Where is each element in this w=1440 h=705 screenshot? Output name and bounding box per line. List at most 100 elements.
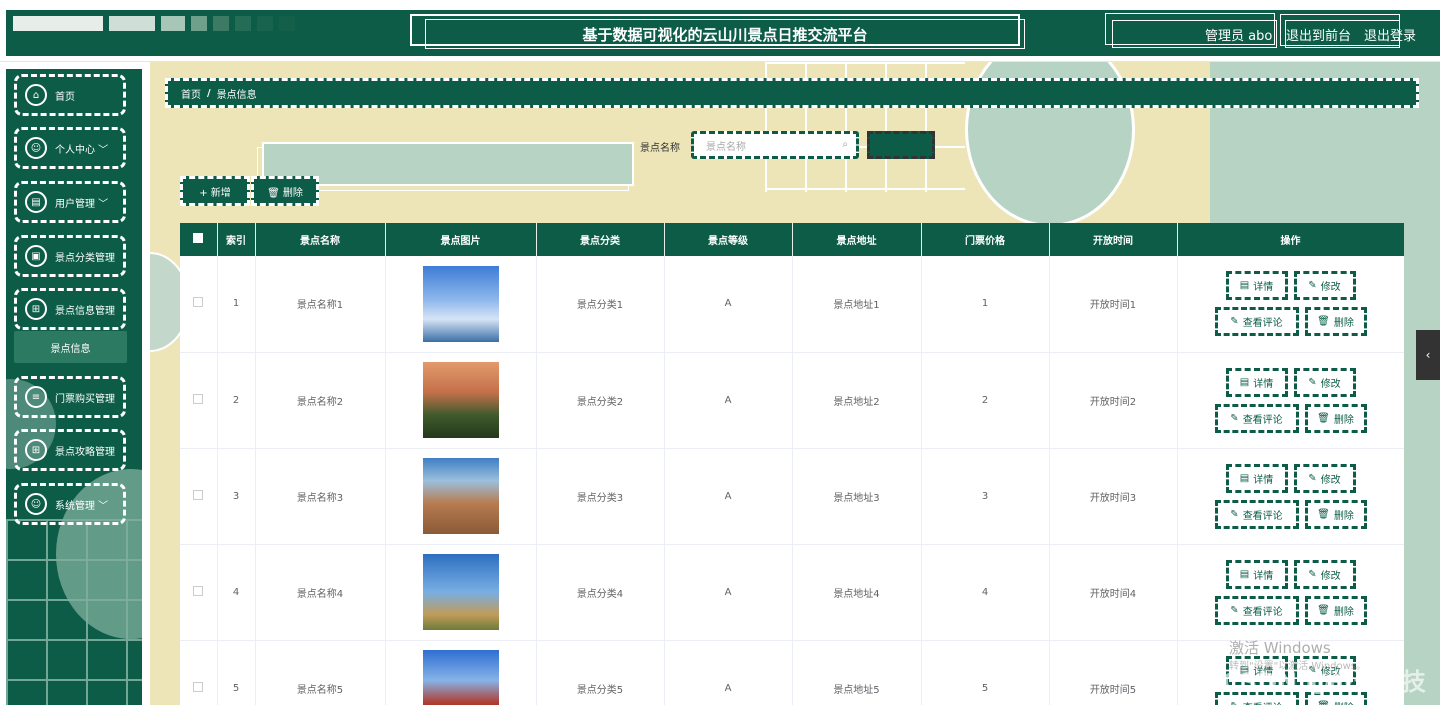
- chevron-left-icon: ‹: [1425, 348, 1431, 362]
- trash-icon: 🗑: [1317, 316, 1330, 328]
- search-button[interactable]: 查询: [867, 131, 935, 159]
- detail-button[interactable]: ▤ 详情: [1225, 559, 1288, 589]
- sidebar-item-tickets[interactable]: ≡ 门票购买管理: [14, 376, 126, 418]
- document-icon: ▤: [1239, 568, 1250, 580]
- detail-label: 详情: [1253, 570, 1274, 582]
- detail-button[interactable]: ▤ 详情: [1225, 271, 1288, 301]
- sidebar-item-users[interactable]: ▤ 用户管理 ﹀: [14, 181, 126, 223]
- operations-cell: ▤详情 ✎修改 ✎查看评论 🗑删除: [1177, 544, 1404, 641]
- open-time-cell: 开放时间1: [1049, 256, 1178, 353]
- spot-image: [422, 362, 499, 438]
- level-cell: A: [664, 352, 793, 449]
- breadcrumb: 首页 / 景点信息: [165, 78, 1419, 108]
- index-cell: 2: [217, 352, 256, 449]
- admin-label: 管理员 abo: [1205, 29, 1273, 44]
- breadcrumb-home[interactable]: 首页: [181, 86, 201, 101]
- row-select-cell[interactable]: [180, 544, 218, 641]
- view-comments-button[interactable]: ✎查看评论: [1214, 595, 1299, 625]
- row-select-cell[interactable]: [180, 640, 218, 705]
- collapse-panel-tab[interactable]: ‹: [1416, 330, 1440, 380]
- search-input[interactable]: 景点名称 ⌕: [691, 131, 859, 159]
- submenu-spot-info[interactable]: 景点信息: [14, 331, 127, 363]
- sidebar-item-profile[interactable]: ☺ 个人中心 ﹀: [14, 127, 126, 169]
- pencil-icon: ✎: [1308, 280, 1317, 292]
- home-icon: ⌂: [25, 84, 47, 106]
- detail-button[interactable]: ▤ 详情: [1225, 367, 1288, 397]
- select-all-header[interactable]: [180, 223, 218, 256]
- sidebar-item-spot-info[interactable]: ⊞ 景点信息管理: [14, 288, 126, 330]
- row-select-cell[interactable]: [180, 256, 218, 353]
- sidebar-item-guides[interactable]: ⊞ 景点攻略管理: [14, 429, 126, 471]
- delete-button[interactable]: 🗑删除: [1304, 595, 1367, 625]
- address-cell: 景点地址3: [792, 448, 922, 545]
- operations-row: ▤ 详情 ✎ 修改: [1225, 559, 1356, 589]
- trash-icon: 🗑: [1317, 701, 1330, 705]
- view-comments-button[interactable]: ✎查看评论: [1214, 307, 1299, 337]
- briefcase-icon: ▣: [25, 245, 47, 267]
- index-cell: 4: [217, 544, 256, 641]
- name-cell: 景点名称1: [255, 256, 386, 353]
- level-cell: A: [664, 544, 793, 641]
- row-select-cell[interactable]: [180, 352, 218, 449]
- list-icon: ≡: [25, 386, 47, 408]
- address-cell: 景点地址1: [792, 256, 922, 353]
- detail-button[interactable]: ▤ 详情: [1225, 463, 1288, 493]
- view-comments-label: 查看评论: [1242, 318, 1283, 330]
- select-all-checkbox[interactable]: [193, 233, 204, 243]
- open-time-cell: 开放时间2: [1049, 352, 1178, 449]
- operations-cell: ▤详情 ✎修改 ✎查看评论 🗑删除: [1177, 448, 1404, 545]
- delete-button[interactable]: 🗑删除: [1304, 403, 1367, 433]
- operations-row: ▤ 详情 ✎ 修改: [1225, 271, 1356, 301]
- name-cell: 景点名称2: [255, 352, 386, 449]
- sidebar-item-label: 景点信息管理: [55, 305, 115, 317]
- back-to-front-link[interactable]: 退出到前台: [1286, 25, 1351, 44]
- column-header: 景点名称: [255, 223, 386, 256]
- row-select-cell[interactable]: [180, 448, 218, 545]
- edit-button[interactable]: ✎ 修改: [1293, 367, 1356, 397]
- open-time-cell: 开放时间5: [1049, 640, 1178, 705]
- delete-button[interactable]: 🗑删除: [1304, 307, 1367, 337]
- detail-label: 详情: [1253, 378, 1274, 390]
- edit-button[interactable]: ✎ 修改: [1293, 559, 1356, 589]
- sidebar-item-home[interactable]: ⌂ 首页: [14, 74, 126, 116]
- edit-button[interactable]: ✎ 修改: [1293, 271, 1356, 301]
- pencil-icon: ✎: [1308, 472, 1317, 484]
- table-row: 3 景点名称3 景点分类3 A 景点地址3 3 开放时间3 ▤ 详情 ✎ 修改 ✎ 查…: [180, 448, 1404, 545]
- clipboard-icon: ▤: [25, 191, 47, 213]
- operations-group: ▤详情 ✎修改 ✎查看评论 🗑删除: [1178, 367, 1404, 433]
- column-header: 景点分类: [536, 223, 665, 256]
- view-comments-label: 查看评论: [1242, 510, 1283, 522]
- search-label: 景点名称: [640, 143, 680, 154]
- row-checkbox[interactable]: [193, 297, 204, 308]
- sidebar-item-label: 门票购买管理: [55, 393, 115, 405]
- delete-button[interactable]: 🗑删除: [1304, 499, 1367, 529]
- row-checkbox[interactable]: [193, 489, 204, 500]
- logo-block: [109, 16, 155, 31]
- open-time-cell: 开放时间3: [1049, 448, 1178, 545]
- image-cell: [385, 448, 537, 545]
- row-checkbox[interactable]: [193, 681, 204, 692]
- pencil-icon: ✎: [1308, 376, 1317, 388]
- name-cell: 景点名称5: [255, 640, 386, 705]
- logo-block: [13, 16, 103, 31]
- edit-button[interactable]: ✎ 修改: [1293, 463, 1356, 493]
- pencil-icon: ✎: [1308, 568, 1317, 580]
- bulk-delete-button[interactable]: 🗑 删除: [251, 176, 319, 206]
- logout-link[interactable]: 退出登录: [1364, 25, 1416, 44]
- sidebar-item-category[interactable]: ▣ 景点分类管理: [14, 235, 126, 277]
- level-cell: A: [664, 448, 793, 545]
- delete-label: 删除: [1333, 510, 1354, 522]
- row-checkbox[interactable]: [193, 393, 204, 404]
- price-cell: 4: [921, 544, 1050, 641]
- sidebar-item-label: 首页: [55, 91, 75, 103]
- index-cell: 3: [217, 448, 256, 545]
- view-comments-button[interactable]: ✎查看评论: [1214, 499, 1299, 529]
- sidebar-item-system[interactable]: ☺ 系统管理 ﹀: [14, 483, 126, 525]
- edit-label: 修改: [1320, 570, 1341, 582]
- add-button[interactable]: + 新增: [180, 176, 250, 206]
- operations-group: ▤详情 ✎修改 ✎查看评论 🗑删除: [1178, 463, 1404, 529]
- operations-group: ▤详情 ✎修改 ✎查看评论 🗑删除: [1178, 559, 1404, 625]
- view-comments-button[interactable]: ✎查看评论: [1214, 403, 1299, 433]
- pencil-icon: ✎: [1230, 508, 1239, 520]
- row-checkbox[interactable]: [193, 585, 204, 596]
